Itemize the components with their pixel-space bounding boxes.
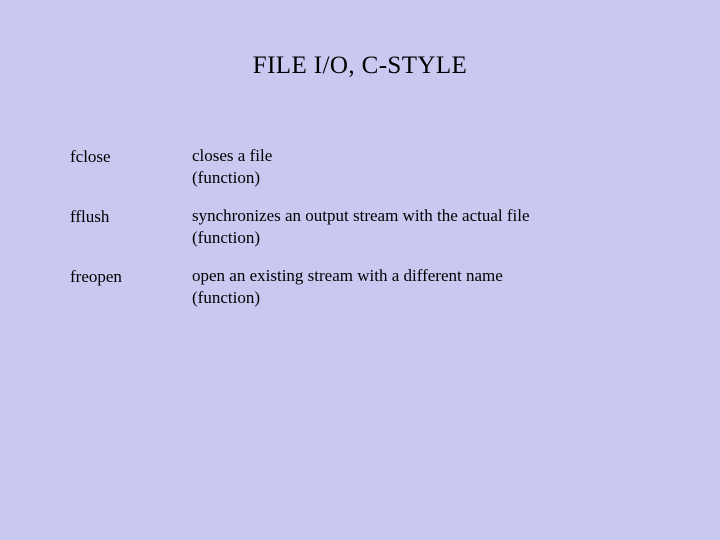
function-name: fflush (70, 205, 188, 249)
desc-text: closes a file (192, 146, 272, 165)
function-name: freopen (70, 265, 188, 309)
function-desc: open an existing stream with a different… (192, 265, 650, 309)
desc-text: open an existing stream with a different… (192, 266, 503, 285)
slide-title: FILE I/O, C-STYLE (0, 52, 720, 80)
desc-kind: (function) (192, 288, 260, 307)
desc-kind: (function) (192, 168, 260, 187)
function-table: fclose closes a file (function) fflush s… (70, 145, 650, 310)
function-name: fclose (70, 145, 188, 189)
desc-text: synchronizes an output stream with the a… (192, 206, 530, 225)
desc-kind: (function) (192, 228, 260, 247)
slide: FILE I/O, C-STYLE fclose closes a file (… (0, 0, 720, 540)
function-desc: closes a file (function) (192, 145, 650, 189)
function-desc: synchronizes an output stream with the a… (192, 205, 650, 249)
